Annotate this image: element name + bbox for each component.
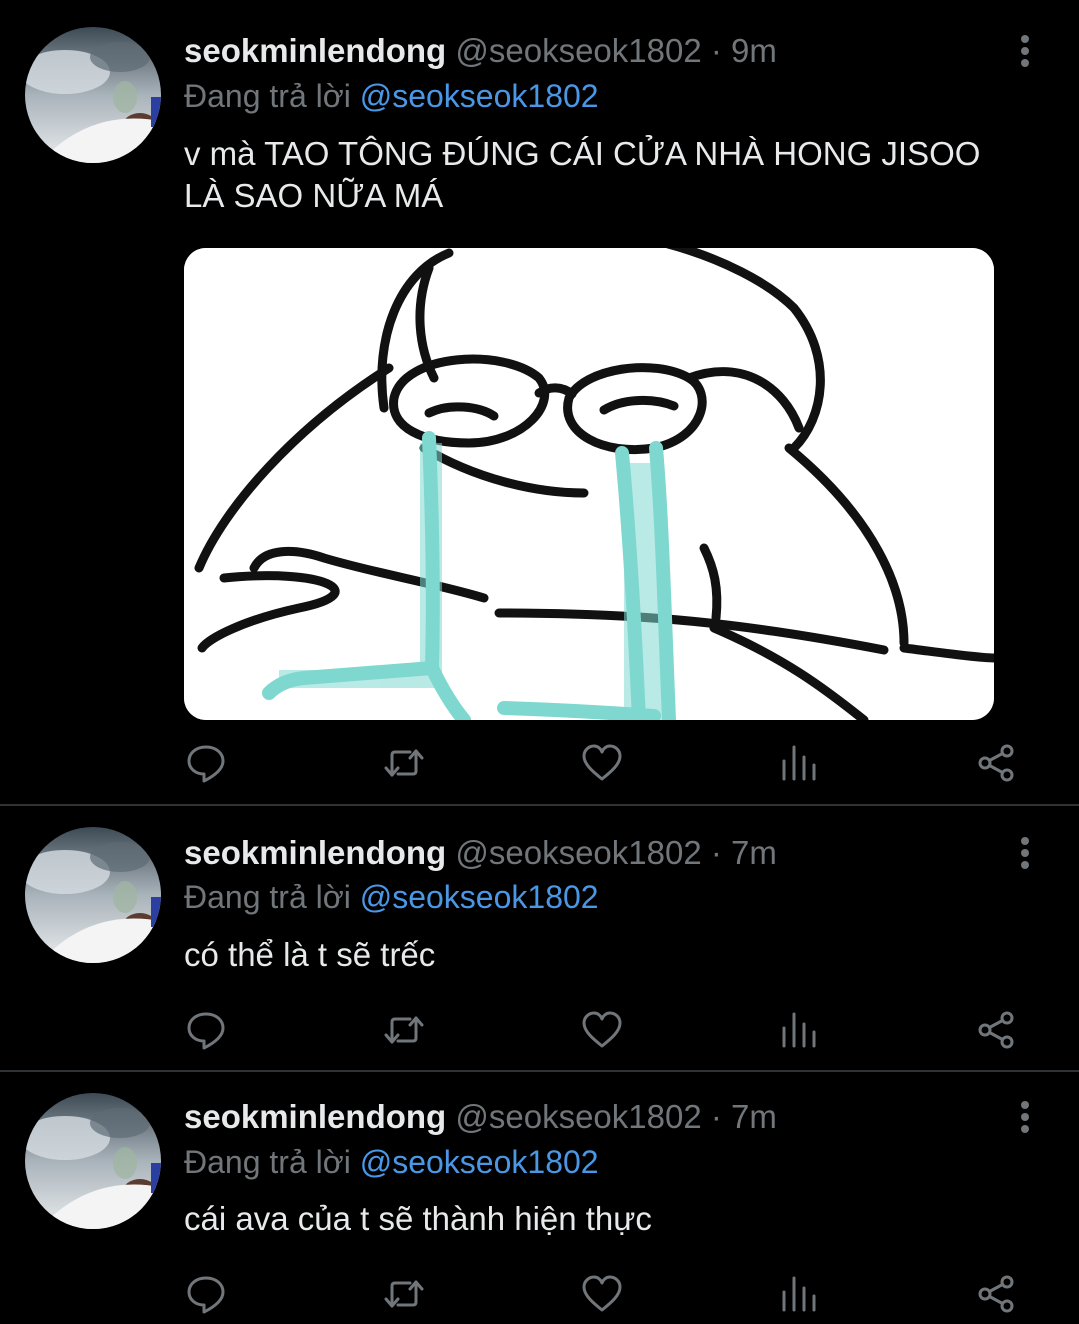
tweet-actions	[184, 1008, 1034, 1050]
crying-meme-image	[184, 248, 994, 720]
reply-context: Đang trả lời @seokseok1802	[184, 76, 599, 116]
reply-to-link[interactable]: @seokseok1802	[360, 78, 599, 114]
tweet-text: v mà TAO TÔNG ĐÚNG CÁI CỬA NHÀ HONG JISO…	[184, 133, 1034, 217]
tweet-text-line: cái ava của t sẽ thành hiện thực	[184, 1200, 652, 1237]
share-icon	[978, 744, 1014, 782]
reply-to-link[interactable]: @seokseok1802	[360, 1144, 599, 1180]
retweet-button[interactable]	[382, 741, 426, 785]
avatar[interactable]	[25, 1093, 161, 1229]
media-image[interactable]	[184, 248, 994, 720]
reply-button[interactable]	[184, 1008, 228, 1052]
reply-icon	[187, 745, 225, 783]
more-vertical-icon	[1021, 837, 1029, 869]
tweet-actions	[184, 741, 1034, 783]
reply-button[interactable]	[184, 1272, 228, 1316]
retweet-button[interactable]	[382, 1008, 426, 1052]
like-button[interactable]	[580, 1272, 624, 1316]
reply-context: Đang trả lời @seokseok1802	[184, 1142, 599, 1182]
share-button[interactable]	[974, 741, 1018, 785]
more-options-button[interactable]	[1005, 833, 1045, 873]
views-button[interactable]	[778, 1008, 822, 1052]
heart-icon	[582, 744, 622, 781]
heart-icon	[582, 1275, 622, 1312]
timestamp[interactable]: 7m	[731, 1098, 777, 1135]
more-vertical-icon	[1021, 1101, 1029, 1133]
retweet-icon	[384, 1280, 424, 1308]
views-button[interactable]	[778, 741, 822, 785]
tweet-1[interactable]: seokminlendong @seokseok1802 · 9m Đang t…	[0, 0, 1079, 805]
tweet-2[interactable]: seokminlendong @seokseok1802 · 7m Đang t…	[0, 806, 1079, 1070]
tweet-header: seokminlendong @seokseok1802 · 7m	[184, 833, 777, 873]
reply-icon	[187, 1276, 225, 1314]
user-handle[interactable]: @seokseok1802	[455, 1098, 701, 1135]
display-name[interactable]: seokminlendong	[184, 1098, 446, 1135]
tweet-text: có thể là t sẽ trếc	[184, 934, 1034, 976]
reply-context: Đang trả lời @seokseok1802	[184, 877, 599, 917]
tweet-actions	[184, 1272, 1034, 1314]
tweet-header: seokminlendong @seokseok1802 · 7m	[184, 1097, 777, 1137]
share-button[interactable]	[974, 1272, 1018, 1316]
timestamp[interactable]: 7m	[731, 834, 777, 871]
like-button[interactable]	[580, 1008, 624, 1052]
user-handle[interactable]: @seokseok1802	[455, 834, 701, 871]
user-handle[interactable]: @seokseok1802	[455, 32, 701, 69]
tweet-text-line: v mà TAO TÔNG ĐÚNG CÁI CỬA NHÀ HONG JISO…	[184, 135, 981, 172]
tweet-text-line: có thể là t sẽ trếc	[184, 936, 436, 973]
timestamp[interactable]: 9m	[731, 32, 777, 69]
tweet-header: seokminlendong @seokseok1802 · 9m	[184, 31, 777, 71]
tweet-3[interactable]: seokminlendong @seokseok1802 · 7m Đang t…	[0, 1072, 1079, 1324]
more-options-button[interactable]	[1005, 1097, 1045, 1137]
display-name[interactable]: seokminlendong	[184, 32, 446, 69]
reply-to-link[interactable]: @seokseok1802	[360, 879, 599, 915]
display-name[interactable]: seokminlendong	[184, 834, 446, 871]
retweet-icon	[384, 749, 424, 777]
retweet-icon	[384, 1016, 424, 1044]
tweet-text-line: LÀ SAO NỮA MÁ	[184, 177, 444, 214]
avatar[interactable]	[25, 827, 161, 963]
views-button[interactable]	[778, 1272, 822, 1316]
more-options-button[interactable]	[1005, 31, 1045, 71]
reply-prefix: Đang trả lời	[184, 1144, 351, 1180]
separator-dot: ·	[710, 1098, 722, 1135]
share-icon	[978, 1011, 1014, 1049]
reply-prefix: Đang trả lời	[184, 78, 351, 114]
more-vertical-icon	[1021, 35, 1029, 67]
reply-icon	[187, 1012, 225, 1050]
separator-dot: ·	[710, 834, 722, 871]
reply-prefix: Đang trả lời	[184, 879, 351, 915]
separator-dot: ·	[710, 32, 722, 69]
heart-icon	[582, 1011, 622, 1048]
retweet-button[interactable]	[382, 1272, 426, 1316]
share-icon	[978, 1275, 1014, 1313]
tweet-text: cái ava của t sẽ thành hiện thực	[184, 1198, 1034, 1240]
reply-button[interactable]	[184, 741, 228, 785]
views-icon	[782, 745, 816, 781]
avatar[interactable]	[25, 27, 161, 163]
like-button[interactable]	[580, 741, 624, 785]
views-icon	[782, 1276, 816, 1312]
views-icon	[782, 1012, 816, 1048]
share-button[interactable]	[974, 1008, 1018, 1052]
